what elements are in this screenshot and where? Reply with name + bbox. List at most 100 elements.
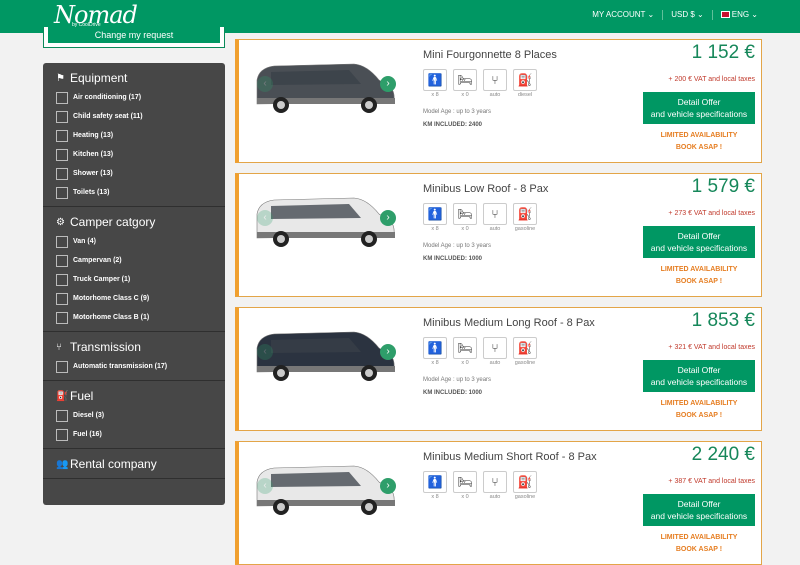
vehicle-card: ‹ › Minibus Low Roof - 8 Pax 🚹 x 8 🛏 x 0 ⑂… (235, 173, 762, 297)
beds-feature: 🛏 x 0 (453, 337, 477, 366)
limited-availability: LIMITED AVAILABILITY (660, 400, 738, 407)
book-asap: BOOK ASAP ! (675, 412, 723, 419)
bed-icon: 🛏 (453, 69, 477, 91)
filter-option[interactable]: Shower (13) (56, 164, 225, 183)
section-title-label: Equipment (70, 71, 128, 85)
prev-image-button[interactable]: ‹ (257, 478, 273, 494)
currency-menu[interactable]: USD $ ⌄ (671, 10, 704, 20)
filter-option-label: Child safety seat (11) (73, 113, 143, 120)
vehicle-card: ‹ › Minibus Medium Long Roof - 8 Pax 🚹 x … (235, 307, 762, 431)
filter-section: 👥 Rental company (43, 449, 225, 479)
filter-section-title: ⑂ Transmission (56, 340, 225, 354)
passengers-label: x 8 (431, 494, 439, 500)
checkbox[interactable] (56, 129, 68, 142)
next-image-button[interactable]: › (380, 76, 396, 92)
next-image-button[interactable]: › (380, 478, 396, 494)
checkbox[interactable] (56, 254, 68, 267)
filter-option[interactable]: Motorhome Class B (1) (56, 308, 225, 327)
checkbox[interactable] (56, 167, 68, 180)
filter-option-label: Motorhome Class C (9) (73, 295, 150, 302)
detail-line-2: and vehicle specifications (650, 377, 748, 387)
transmission-icon: ⑂ (483, 69, 507, 91)
vehicle-features: 🚹 x 8 🛏 x 0 ⑂ auto ⛽ gasoline (423, 471, 537, 500)
prev-image-button[interactable]: ‹ (257, 76, 273, 92)
fuel-feature: ⛽ gasoline (513, 471, 537, 500)
passengers-feature: 🚹 x 8 (423, 69, 447, 98)
vehicle-title[interactable]: Mini Fourgonnette 8 Places (423, 49, 557, 61)
filter-option[interactable]: Automatic transmission (17) (56, 357, 225, 376)
bed-icon: 🛏 (453, 203, 477, 225)
filter-option[interactable]: Campervan (2) (56, 251, 225, 270)
vehicle-title[interactable]: Minibus Low Roof - 8 Pax (423, 183, 548, 195)
beds-label: x 0 (461, 226, 469, 232)
filter-option[interactable]: Van (4) (56, 232, 225, 251)
prev-image-button[interactable]: ‹ (257, 344, 273, 360)
filter-option-label: Van (4) (73, 238, 96, 245)
change-request-button[interactable]: Change my request (48, 27, 220, 43)
filter-option-label: Fuel (16) (73, 431, 102, 438)
language-menu[interactable]: ENG ⌄ (720, 10, 758, 20)
section-title-label: Transmission (70, 340, 141, 354)
filter-option[interactable]: Toilets (13) (56, 183, 225, 202)
checkbox[interactable] (56, 311, 68, 324)
flag-icon: ⚑ (56, 72, 65, 84)
filter-section: ⚑ Equipment Air conditioning (17) Child saf… (43, 63, 225, 207)
checkbox[interactable] (56, 409, 68, 422)
vehicle-title[interactable]: Minibus Medium Long Roof - 8 Pax (423, 317, 595, 329)
vehicle-title[interactable]: Minibus Medium Short Roof - 8 Pax (423, 451, 597, 463)
price: 1 853 € (691, 310, 755, 331)
filter-option[interactable]: Fuel (16) (56, 425, 225, 444)
vehicle-features: 🚹 x 8 🛏 x 0 ⑂ auto ⛽ gasoline (423, 337, 537, 366)
detail-line-2: and vehicle specifications (650, 511, 748, 521)
filter-section-title: ⛽ Fuel (56, 389, 225, 403)
section-title-label: Rental company (70, 457, 157, 471)
detail-offer-button[interactable]: Detail Offer and vehicle specifications (643, 494, 755, 526)
checkbox[interactable] (56, 428, 68, 441)
checkbox[interactable] (56, 235, 68, 248)
beds-feature: 🛏 x 0 (453, 69, 477, 98)
fuel-pump-icon: ⛽ (513, 203, 537, 225)
checkbox[interactable] (56, 273, 68, 286)
person-icon: 🚹 (423, 203, 447, 225)
detail-offer-button[interactable]: Detail Offer and vehicle specifications (643, 226, 755, 258)
filter-option[interactable]: Motorhome Class C (9) (56, 289, 225, 308)
model-age: Model Age : up to 3 years (423, 243, 492, 249)
my-account-menu[interactable]: MY ACCOUNT ⌄ (592, 10, 654, 20)
filter-sidebar: ⚑ Equipment Air conditioning (17) Child saf… (43, 63, 225, 505)
limited-availability: LIMITED AVAILABILITY (660, 266, 738, 273)
filter-section-title: ⚑ Equipment (56, 71, 225, 85)
vehicle-features: 🚹 x 8 🛏 x 0 ⑂ auto ⛽ diesel (423, 69, 537, 98)
filter-option[interactable]: Diesel (3) (56, 406, 225, 425)
filter-option-label: Heating (13) (73, 132, 114, 139)
beds-label: x 0 (461, 92, 469, 98)
filter-option[interactable]: Air conditioning (17) (56, 88, 225, 107)
prev-image-button[interactable]: ‹ (257, 210, 273, 226)
filter-option[interactable]: Heating (13) (56, 126, 225, 145)
fuel-feature: ⛽ gasoline (513, 203, 537, 232)
filter-option[interactable]: Truck Camper (1) (56, 270, 225, 289)
checkbox[interactable] (56, 110, 68, 123)
checkbox[interactable] (56, 186, 68, 199)
checkbox[interactable] (56, 360, 68, 373)
filter-section: ⚙ Camper catgory Van (4) Campervan (2) Truck… (43, 207, 225, 332)
passengers-label: x 8 (431, 360, 439, 366)
next-image-button[interactable]: › (380, 210, 396, 226)
uk-flag-icon (720, 11, 730, 18)
detail-offer-button[interactable]: Detail Offer and vehicle specifications (643, 360, 755, 392)
detail-line-1: Detail Offer (677, 365, 721, 375)
person-icon: 🚹 (423, 337, 447, 359)
passengers-feature: 🚹 x 8 (423, 203, 447, 232)
next-image-button[interactable]: › (380, 344, 396, 360)
filter-option[interactable]: Kitchen (13) (56, 145, 225, 164)
limited-availability: LIMITED AVAILABILITY (660, 132, 738, 139)
filter-option[interactable]: Child safety seat (11) (56, 107, 225, 126)
detail-line-1: Detail Offer (677, 231, 721, 241)
checkbox[interactable] (56, 292, 68, 305)
checkbox[interactable] (56, 148, 68, 161)
transmission-feature: ⑂ auto (483, 337, 507, 366)
model-age: Model Age : up to 3 years (423, 109, 492, 115)
vehicle-features: 🚹 x 8 🛏 x 0 ⑂ auto ⛽ gasoline (423, 203, 537, 232)
detail-offer-button[interactable]: Detail Offer and vehicle specifications (643, 92, 755, 124)
checkbox[interactable] (56, 91, 68, 104)
price: 1 152 € (691, 42, 755, 63)
